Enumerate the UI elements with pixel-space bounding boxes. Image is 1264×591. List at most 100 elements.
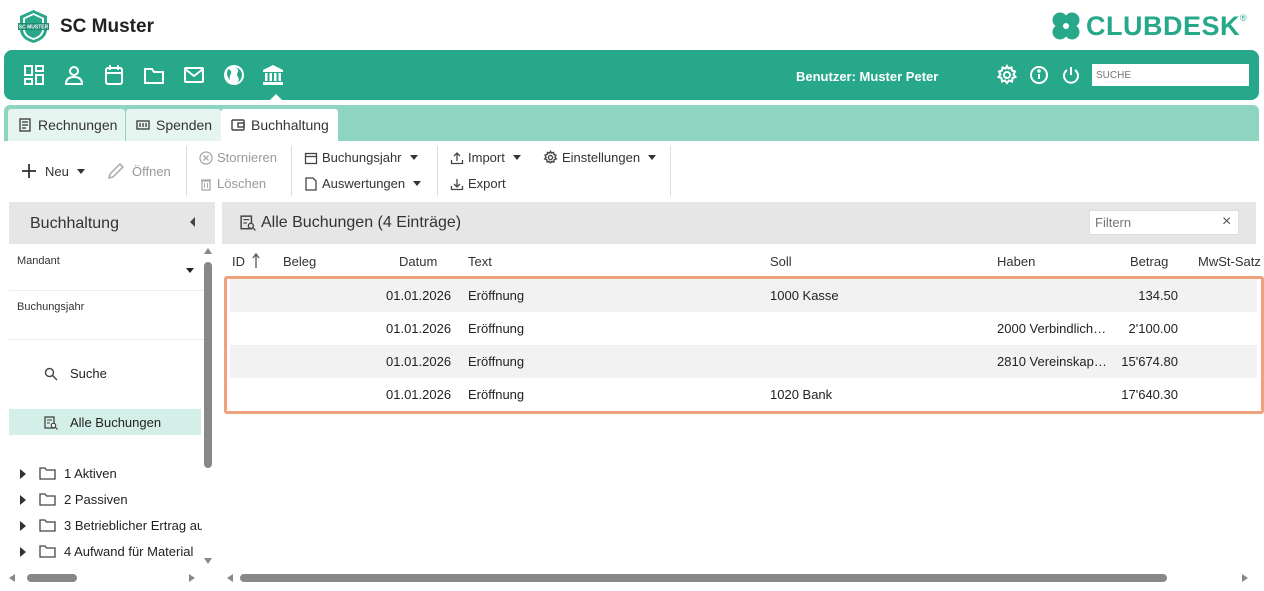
info-icon[interactable] [1028,64,1050,86]
chevron-down-icon [409,155,418,160]
folder-icon [39,519,56,532]
tab-buchhaltung[interactable]: Buchhaltung [221,109,338,141]
new-button[interactable]: Neu [21,163,85,179]
club-logo[interactable]: SC MUSTER [16,9,51,44]
field-divider [9,339,205,340]
column-header-betrag[interactable]: Betrag [1130,254,1168,269]
tree-item-label: 4 Aufwand für Material [64,544,194,559]
tree-item-ertrag[interactable]: 3 Betrieblicher Ertrag au [20,518,202,533]
chevron-right-icon [20,546,26,557]
gear-icon [543,150,558,165]
all-bookings-nav-label-wrap[interactable]: Alle Buchungen [44,415,161,430]
scrollbar-thumb[interactable] [27,574,77,582]
settings-dropdown[interactable]: Einstellungen [543,150,657,165]
global-search-input[interactable] [1092,64,1249,86]
scroll-left-icon[interactable] [227,574,233,582]
tree-item-aufwand[interactable]: 4 Aufwand für Material [20,544,202,559]
column-header-beleg[interactable]: Beleg [283,254,316,269]
tree-item-label: 1 Aktiven [64,466,117,481]
clover-icon [1052,12,1080,40]
module-tabs: Rechnungen Spenden Buchhaltung [4,105,1259,141]
filter-input[interactable] [1089,210,1239,235]
search-nav-item[interactable]: Suche [44,366,107,381]
scroll-right-icon[interactable] [189,574,195,582]
mail-icon[interactable] [183,64,205,86]
column-header-soll[interactable]: Soll [770,254,792,269]
search-nav-label: Suche [70,366,107,381]
import-dropdown[interactable]: Import [450,150,521,165]
import-label: Import [468,150,505,165]
cancel-booking-button[interactable]: Stornieren [199,150,277,165]
invoice-icon [18,118,32,132]
collapse-panel-icon[interactable] [190,217,195,227]
fiscal-year-label: Buchungsjahr [322,150,402,165]
scrollbar-thumb[interactable] [204,262,212,468]
calendar-icon[interactable] [103,64,125,86]
tree-item-passiven[interactable]: 2 Passiven [20,492,128,507]
settings-label: Einstellungen [562,150,641,165]
clubdesk-wordmark: CLUBDESK [1086,10,1241,41]
toolbar-divider [291,146,292,196]
scroll-down-icon[interactable] [204,558,212,564]
gear-icon[interactable] [996,64,1018,86]
fiscal-year-dropdown[interactable]: Buchungsjahr [304,150,418,165]
tab-rechnungen[interactable]: Rechnungen [8,109,125,141]
left-panel: Buchhaltung Mandant Buchungsjahr Suche A… [9,202,215,591]
close-icon[interactable]: × [1222,213,1231,231]
clubdesk-logo[interactable]: CLUBDESK ® [1050,10,1247,42]
person-icon[interactable] [63,64,85,86]
tab-spenden[interactable]: Spenden [126,109,221,141]
upload-icon [450,151,464,164]
folder-icon [39,545,56,558]
toolbar-divider [186,146,187,196]
new-button-label: Neu [45,163,69,179]
left-horizontal-scrollbar[interactable] [9,572,202,584]
club-logo-text: SC MUSTER [19,25,49,31]
open-button-label: Öffnen [132,163,171,179]
reports-dropdown[interactable]: Auswertungen [304,176,422,191]
delete-button[interactable]: Löschen [199,176,266,191]
scroll-left-icon[interactable] [9,574,15,582]
scroll-right-icon[interactable] [1242,574,1248,582]
export-button[interactable]: Export [450,176,506,191]
brand-bar: SC MUSTER SC Muster CLUBDESK ® [0,0,1264,50]
column-header-label: ID [232,254,245,269]
dashboard-icon[interactable] [23,64,45,86]
list-search-icon [240,215,256,231]
column-header-mwst[interactable]: MwSt-Satz [1198,254,1264,269]
open-button[interactable]: Öffnen [106,161,171,181]
active-nav-indicator [270,94,282,100]
content-title: Alle Buchungen (4 Einträge) [261,214,462,231]
column-header-id[interactable]: ID [232,252,261,269]
folder-icon[interactable] [143,64,165,86]
chevron-right-icon [20,494,26,505]
tree-item-aktiven[interactable]: 1 Aktiven [20,466,117,481]
left-panel-header: Buchhaltung [9,202,215,244]
mandant-label: Mandant [17,255,60,267]
list-search-icon [44,415,58,430]
column-header-text[interactable]: Text [468,254,492,269]
current-user-label: Benutzer: Muster Peter [796,69,939,84]
scrollbar-thumb[interactable] [240,574,1167,582]
tab-label: Rechnungen [38,117,118,133]
calendar-icon [304,152,318,164]
left-vertical-scrollbar[interactable] [204,248,212,568]
delete-button-label: Löschen [217,176,267,191]
column-header-haben[interactable]: Haben [997,254,1035,269]
toolbar-divider [670,146,671,196]
tree-item-label: 2 Passiven [64,492,128,507]
power-icon[interactable] [1060,64,1082,86]
column-header-datum[interactable]: Datum [399,254,437,269]
scroll-up-icon[interactable] [204,248,212,254]
download-icon [450,178,464,190]
chevron-right-icon [20,520,26,531]
reports-label: Auswertungen [322,176,406,191]
pencil-icon [107,162,125,180]
cancel-booking-label: Stornieren [217,150,277,165]
chevron-down-icon [648,155,657,160]
bank-icon[interactable] [262,64,284,86]
main-horizontal-scrollbar[interactable] [222,572,1256,584]
chevron-down-icon [512,155,521,160]
mandant-dropdown-icon[interactable] [186,268,194,273]
globe-icon[interactable] [223,64,245,86]
